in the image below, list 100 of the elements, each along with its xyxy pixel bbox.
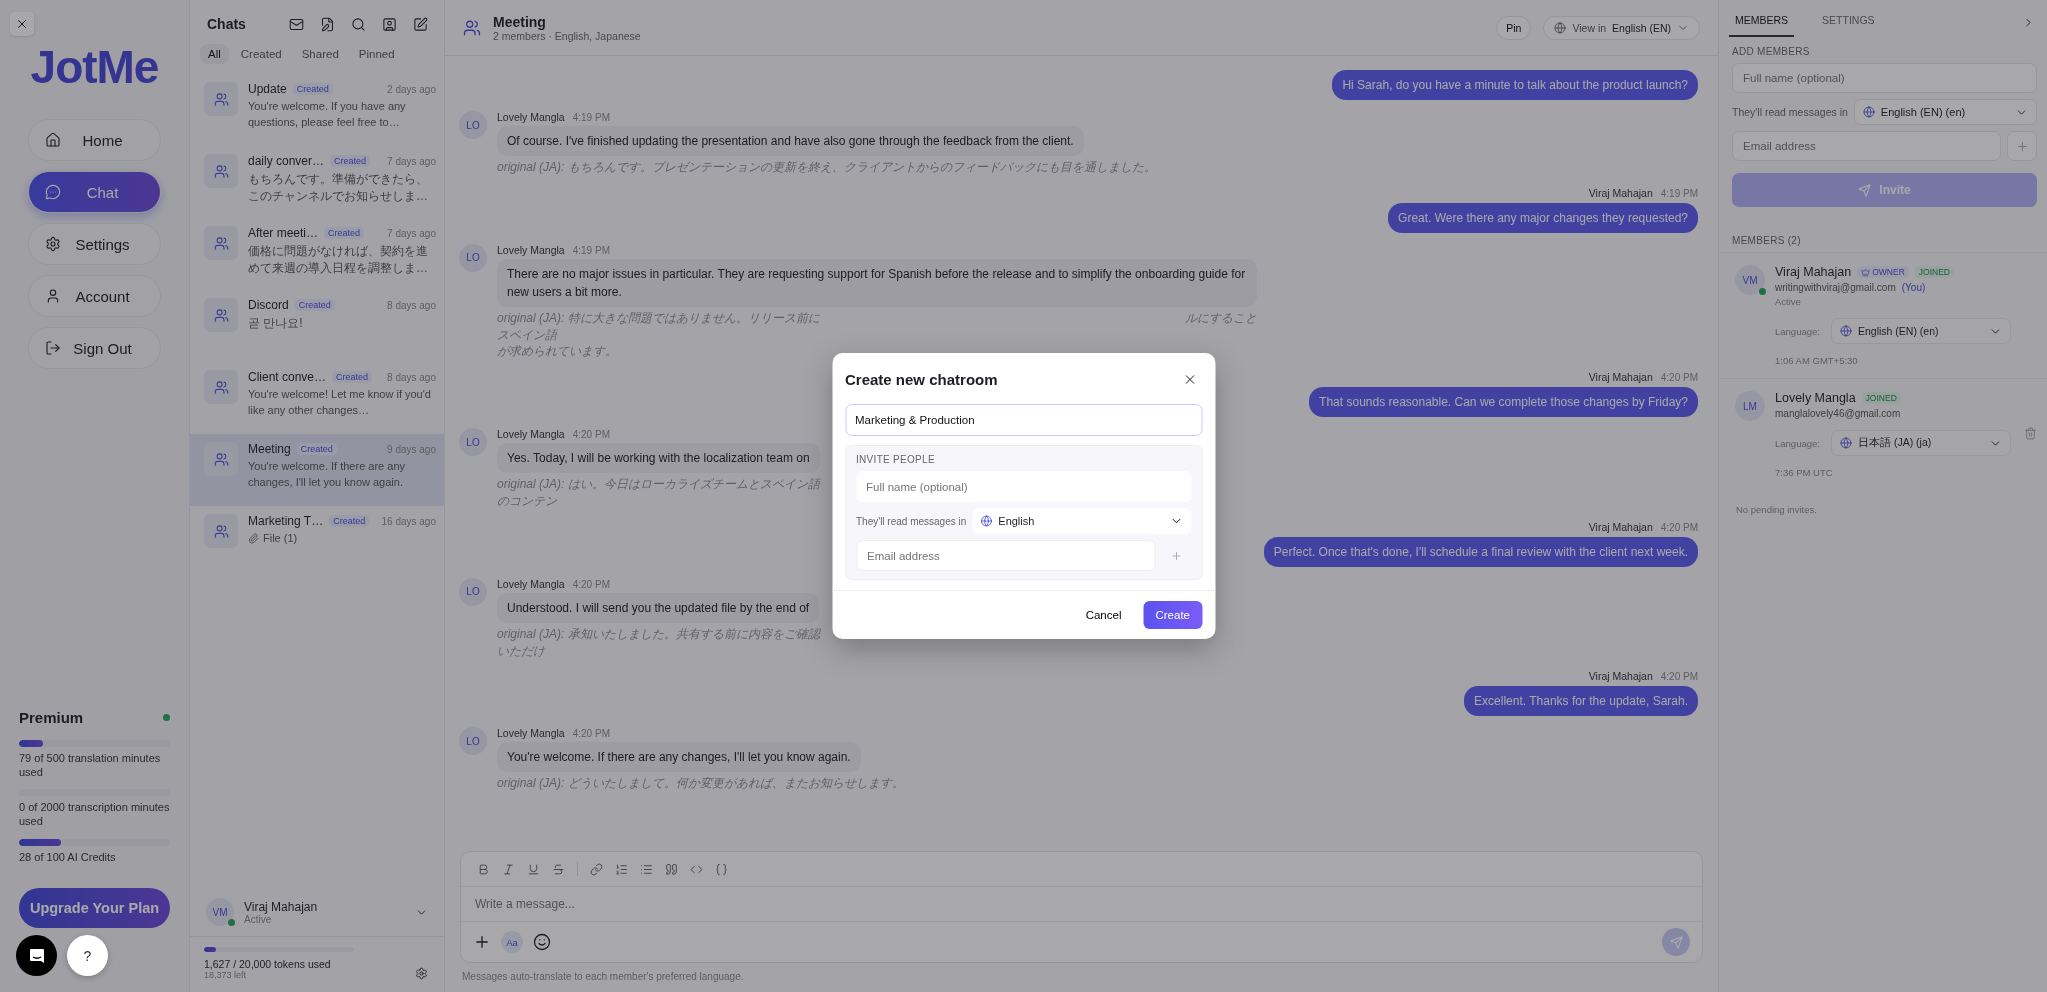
room-subtitle: 2 members · English, Japanese [493, 29, 641, 42]
joined-badge: JOINED [1914, 266, 1954, 278]
chat-time: 2 days ago [387, 83, 436, 95]
contact-icon [382, 16, 397, 32]
chat-title: Update [248, 82, 287, 96]
pin-button[interactable]: Pin [1496, 15, 1532, 40]
created-badge: Created [330, 155, 371, 167]
language-select[interactable]: English (EN) (en) [1831, 318, 2011, 344]
bullet-list-icon [640, 862, 653, 876]
member-name: Viraj Mahajan [1775, 265, 1852, 279]
author-name: Lovely Mangla [497, 243, 565, 256]
original-text: original (JA): どういたしまして。何か変更があれば、またお知らせします。 [497, 775, 904, 793]
bold-icon [477, 862, 490, 876]
author-name: Viraj Mahajan [1588, 520, 1653, 533]
compose-icon [413, 16, 428, 32]
collapse-button[interactable] [10, 12, 34, 36]
underline-icon [527, 862, 540, 876]
nav-item[interactable]: Account [28, 275, 161, 317]
mail-icon [289, 16, 304, 32]
avatar: LO [459, 577, 487, 606]
settings-icon [415, 967, 428, 980]
user-avatar: VM [206, 898, 234, 926]
pending-note: No pending invites. [1735, 503, 1818, 517]
chat-preview: You're welcome. If you have any questions, please feel free to… [248, 99, 407, 130]
filter-tab[interactable]: Pinned [350, 44, 403, 64]
create-button[interactable]: Create [1143, 601, 1202, 629]
author-name: Viraj Mahajan [1588, 670, 1653, 683]
original-text: original (JA): 特に大きな問題ではありません。リリース前にスペイン語 [497, 309, 821, 344]
quote-icon [665, 862, 678, 876]
member-email: writingwithviraj@gmail.com [1775, 282, 1896, 293]
format-button[interactable]: Aa [501, 931, 523, 953]
author-name: Viraj Mahajan [1588, 186, 1653, 199]
users-icon [463, 18, 481, 37]
language-label: Language: [1775, 437, 1821, 449]
member-avatar: VM [1735, 265, 1765, 295]
avatar: LO [459, 428, 487, 457]
cancel-button[interactable]: Cancel [1073, 601, 1134, 629]
chat-time: 7 days ago [387, 155, 436, 167]
globe-icon [1840, 437, 1852, 449]
users-icon [213, 379, 229, 395]
italic-icon [502, 862, 515, 876]
chat-item[interactable]: Meeting Created 9 days ago You're welcome. If there are any changes, I'll let you know again. [190, 434, 444, 506]
message-time: 4:19 PM [1660, 187, 1698, 199]
owner-badge: OWNER [1857, 266, 1909, 278]
chat-icon [27, 946, 46, 965]
nav-item[interactable]: Settings [28, 223, 161, 265]
plus-icon [473, 933, 491, 951]
chat-title: Marketing T… [248, 514, 324, 528]
users-icon [213, 451, 229, 467]
nav-item[interactable]: Home [28, 119, 161, 161]
email-field[interactable]: Email address [1732, 131, 2001, 161]
name-field[interactable]: Full name (optional) [1732, 63, 2037, 93]
home-icon [45, 132, 61, 148]
filter-tab[interactable]: Shared [293, 44, 347, 64]
created-badge: Created [296, 443, 337, 455]
filter-tab[interactable]: Created [232, 44, 290, 64]
nav-item[interactable]: Sign Out [28, 327, 161, 369]
user-status: Active [244, 913, 272, 925]
users-icon [213, 307, 229, 323]
panel-tab[interactable]: MEMBERS [1729, 10, 1795, 37]
author-name: Viraj Mahajan [1588, 371, 1653, 384]
message-bubble: Excellent. Thanks for the update, Sarah. [1464, 686, 1698, 717]
message-bubble: Great. Were there any major changes they requested? [1388, 202, 1698, 233]
view-language-select[interactable]: View in English (EN) [1543, 15, 1700, 40]
chat-time: 9 days ago [387, 443, 436, 455]
numbered-list-icon [615, 862, 628, 876]
crown-icon [1861, 267, 1871, 277]
language-select[interactable]: 日本語 (JA) (ja) [1831, 430, 2011, 456]
chatroom-name-field[interactable]: Marketing & Production [845, 404, 1202, 436]
nav-item[interactable]: Chat [28, 171, 161, 213]
message-time: 4:19 PM [572, 112, 610, 123]
globe-icon [980, 515, 993, 527]
plus-icon [1170, 549, 1182, 562]
filter-tab[interactable]: All [200, 44, 229, 64]
language-select[interactable]: English (EN) (en) [1853, 99, 2037, 125]
upgrade-button[interactable]: Upgrade Your Plan [19, 888, 170, 928]
message-bubble: That sounds reasonable. Can we complete those changes by Friday? [1309, 387, 1698, 418]
list-title: Chats [207, 16, 247, 32]
joined-badge: JOINED [1861, 392, 1901, 404]
created-badge: Created [324, 227, 365, 239]
reads-label: They'll read messages in [1732, 106, 1848, 118]
panel-tab[interactable]: SETTINGS [1816, 10, 1881, 37]
chat-time: 8 days ago [387, 299, 436, 311]
online-dot [228, 919, 235, 926]
chat-time: 8 days ago [387, 371, 436, 383]
chat-title: After meeti… [248, 226, 319, 240]
attachment-label: File (1) [263, 531, 298, 546]
translate-note: Messages auto-translate to each member's preferred language. [461, 970, 745, 984]
usage-label: 28 of 100 AI Credits [19, 849, 117, 864]
chat-preview: もちろんです。準備ができたら、このチャンネルでお知らせしま… [248, 171, 429, 206]
name-field[interactable]: Full name (optional) [856, 471, 1191, 502]
email-field[interactable]: Email address [856, 540, 1155, 571]
original-text: が求められています。 [497, 343, 617, 361]
usage-label: 79 of 500 translation minutes used [19, 750, 162, 780]
message-composer[interactable]: Write a message... Aa [460, 851, 1703, 963]
language-select[interactable]: English [972, 508, 1191, 534]
chat-title: daily conver… [248, 154, 325, 168]
account-icon [45, 288, 61, 304]
tokens-used: 1,627 / 20,000 tokens used [204, 958, 332, 970]
globe-icon [1862, 106, 1875, 118]
